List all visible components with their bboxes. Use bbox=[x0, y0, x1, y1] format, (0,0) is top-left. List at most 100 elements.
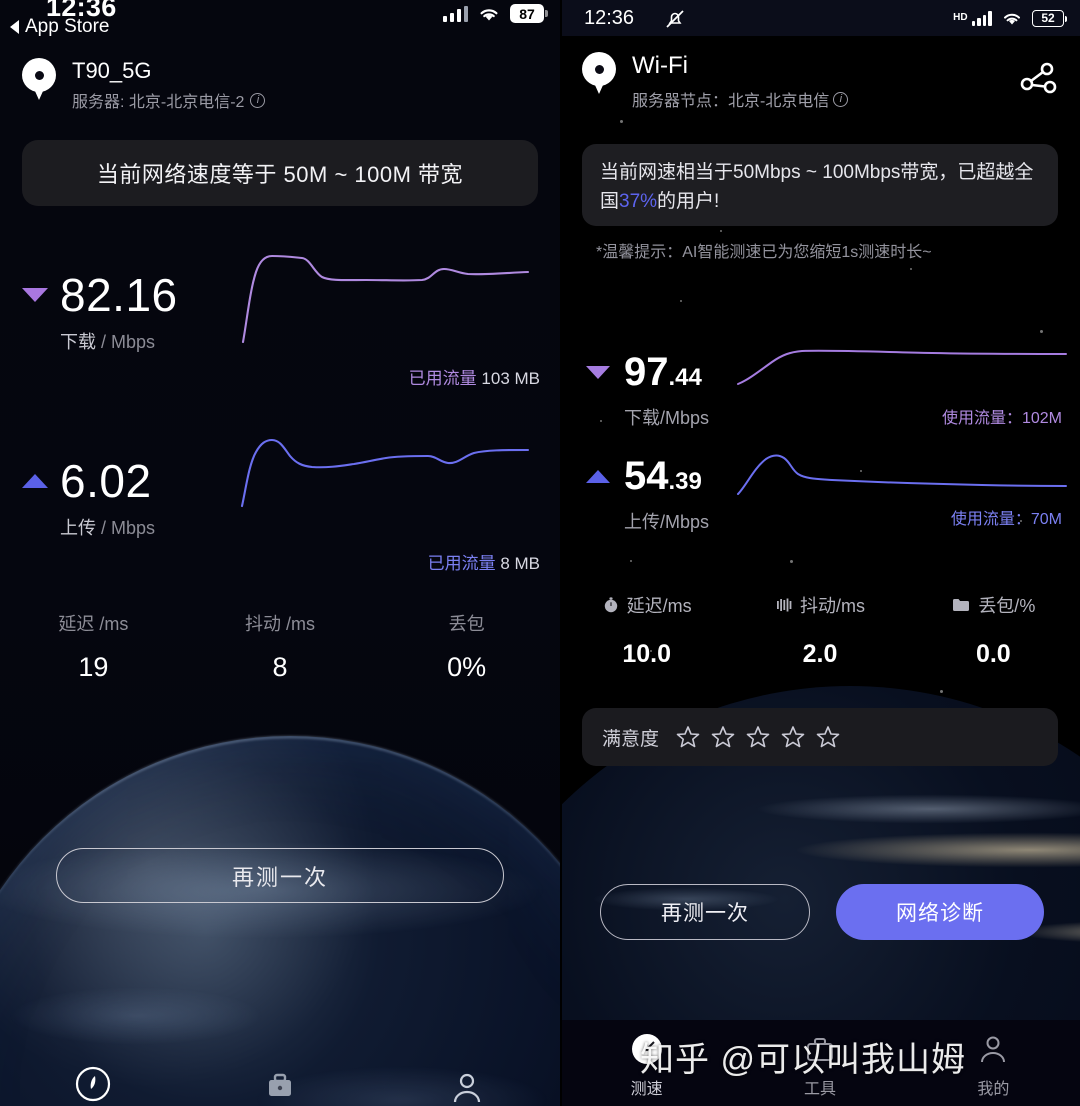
stat-packetloss-label: 丢包/% bbox=[978, 596, 1036, 616]
stat-jitter-value: 8 bbox=[272, 652, 288, 682]
upload-sparkline bbox=[240, 438, 530, 508]
upload-used-value: 8 MB bbox=[500, 554, 540, 573]
upload-unit: 上传/Mbps bbox=[624, 512, 710, 532]
server-subtitle: 服务器: 北京-北京电信-2 i bbox=[72, 88, 266, 112]
cellular-signal-icon bbox=[971, 10, 992, 26]
banner-text-after: 的用户! bbox=[657, 191, 720, 213]
stat-jitter-value: 2.0 bbox=[802, 640, 838, 668]
nav-item-tools[interactable] bbox=[187, 1046, 374, 1106]
download-arrow-icon bbox=[586, 366, 610, 379]
stat-latency-value: 10.0 bbox=[622, 640, 671, 668]
battery-level: 52 bbox=[1041, 11, 1055, 25]
person-icon bbox=[981, 1036, 1006, 1063]
stat-jitter: 抖动/ms 2.0 bbox=[733, 592, 906, 669]
server-info-row[interactable]: T90_5G 服务器: 北京-北京电信-2 i bbox=[22, 58, 266, 112]
download-sparkline bbox=[737, 349, 1067, 385]
stat-latency-label: 延迟 /ms bbox=[58, 614, 129, 634]
screenshot-root: 12:36 87 App Store T90_5G 服务器: 北京-北京电信-2… bbox=[0, 0, 1080, 1106]
status-right-cluster: HD 52 bbox=[953, 9, 1067, 27]
bandwidth-banner: 当前网络速度等于 50M ~ 100M 带宽 bbox=[22, 140, 538, 206]
star-icon-3[interactable] bbox=[745, 724, 771, 750]
info-circle-icon[interactable]: i bbox=[250, 92, 266, 108]
stat-latency-value: 19 bbox=[78, 652, 109, 682]
download-metric: 82.16 下载 / Mbps bbox=[22, 272, 178, 354]
download-used-traffic: 已用流量 103 MB bbox=[409, 364, 540, 389]
back-arrow-icon bbox=[10, 20, 19, 34]
stat-latency-label-wrap: 延迟/ms bbox=[560, 592, 733, 618]
network-diagnose-button[interactable]: 网络诊断 bbox=[836, 884, 1044, 940]
nav-item-profile[interactable] bbox=[373, 1046, 560, 1106]
upload-sparkline bbox=[737, 454, 1067, 495]
upload-unit: 上传 / Mbps bbox=[60, 514, 155, 540]
mute-bell-icon bbox=[666, 10, 684, 28]
upload-metric: 54.39 上传/Mbps bbox=[586, 456, 709, 534]
action-buttons: 再测一次 网络诊断 bbox=[600, 884, 1044, 940]
upload-arrow-icon bbox=[22, 474, 48, 488]
ai-tip-text: *温馨提示：AI智能测速已为您缩短1s测速时长~ bbox=[596, 244, 932, 261]
upload-value: 54.39 bbox=[624, 456, 709, 496]
panel-divider bbox=[560, 0, 562, 1106]
upload-used-traffic: 已用流量 8 MB bbox=[428, 549, 540, 574]
retest-button[interactable]: 再测一次 bbox=[600, 884, 810, 940]
star-icon-5[interactable] bbox=[815, 724, 841, 750]
toolbox-icon bbox=[269, 1073, 291, 1096]
download-metric: 97.44 下载/Mbps bbox=[586, 352, 709, 430]
wifi-icon bbox=[480, 8, 498, 20]
server-subtitle-text: 服务器节点：北京-北京电信 bbox=[632, 93, 830, 110]
bandwidth-banner: 当前网速相当于50Mbps ~ 100Mbps带宽，已超越全国37%的用户! bbox=[582, 144, 1058, 226]
stat-packetloss-value: 0.0 bbox=[975, 640, 1011, 668]
upload-used-traffic: 使用流量：70M bbox=[950, 511, 1062, 528]
stat-packetloss-label: 丢包 bbox=[448, 614, 485, 634]
right-stats-row: 延迟/ms 10.0 抖动/ms 2.0 丢包/% 0.0 bbox=[560, 592, 1080, 669]
info-circle-icon[interactable]: i bbox=[833, 91, 849, 107]
download-unit-rest: / Mbps bbox=[96, 332, 156, 352]
location-pin-icon bbox=[582, 52, 616, 96]
download-used-traffic: 使用流量：102M bbox=[941, 410, 1062, 427]
location-pin-icon bbox=[22, 58, 56, 102]
folder-icon bbox=[953, 599, 970, 611]
download-arrow-icon bbox=[22, 288, 48, 302]
stat-latency: 延迟 /ms 19 bbox=[0, 610, 187, 683]
star-icon-1[interactable] bbox=[675, 724, 701, 750]
download-unit-main: 下载 bbox=[60, 332, 96, 352]
download-value-int: 97 bbox=[624, 350, 669, 394]
upload-value: 6.02 bbox=[60, 455, 152, 507]
download-sparkline bbox=[241, 254, 530, 344]
upload-metric: 6.02 上传 / Mbps bbox=[22, 458, 155, 540]
ios-speedtest-panel: 12:36 87 App Store T90_5G 服务器: 北京-北京电信-2… bbox=[0, 0, 560, 1106]
status-time: 12:36 bbox=[584, 6, 635, 29]
stat-packetloss-value: 0% bbox=[447, 652, 487, 682]
star-icon-2[interactable] bbox=[710, 724, 736, 750]
download-value-dec: .44 bbox=[668, 364, 702, 391]
download-unit: 下载 / Mbps bbox=[60, 328, 178, 354]
server-subtitle-text: 服务器: 北京-北京电信-2 bbox=[72, 94, 245, 112]
ios-bottom-nav bbox=[0, 1046, 560, 1106]
retest-button[interactable]: 再测一次 bbox=[56, 848, 504, 903]
upload-value-dec: .39 bbox=[668, 468, 702, 495]
star-rating-group[interactable] bbox=[675, 724, 841, 750]
nav-item-speedtest[interactable] bbox=[0, 1046, 187, 1106]
share-network-icon[interactable] bbox=[1014, 58, 1060, 104]
speedometer-icon bbox=[76, 1066, 111, 1102]
upload-arrow-icon bbox=[586, 470, 610, 483]
satisfaction-rating[interactable]: 满意度 bbox=[582, 708, 1058, 766]
satisfaction-label: 满意度 bbox=[602, 728, 660, 750]
zhihu-watermark: 知乎 @可以叫我山姆 bbox=[640, 1041, 966, 1079]
hd-label: HD bbox=[953, 11, 968, 23]
wifi-icon bbox=[1004, 13, 1020, 24]
stat-packetloss: 丢包/% 0.0 bbox=[907, 592, 1080, 669]
star-icon-4[interactable] bbox=[780, 724, 806, 750]
back-label: App Store bbox=[25, 16, 110, 37]
back-to-app-store-link[interactable]: App Store bbox=[10, 16, 110, 38]
download-used-value: 103 MB bbox=[481, 369, 540, 388]
stat-jitter-label: 抖动 /ms bbox=[245, 614, 315, 634]
upload-unit-main: 上传 bbox=[60, 518, 96, 538]
android-status-bar: 12:36 HD 52 bbox=[560, 0, 1080, 36]
stat-jitter-label-wrap: 抖动/ms bbox=[733, 592, 906, 618]
stat-packetloss-label-wrap: 丢包/% bbox=[907, 592, 1080, 618]
server-info-row[interactable]: Wi-Fi 服务器节点：北京-北京电信 i bbox=[582, 52, 849, 111]
server-subtitle: 服务器节点：北京-北京电信 i bbox=[632, 87, 849, 111]
battery-indicator: 52 bbox=[1032, 9, 1067, 27]
battery-level: 87 bbox=[519, 5, 535, 22]
battery-indicator: 87 bbox=[510, 4, 548, 23]
